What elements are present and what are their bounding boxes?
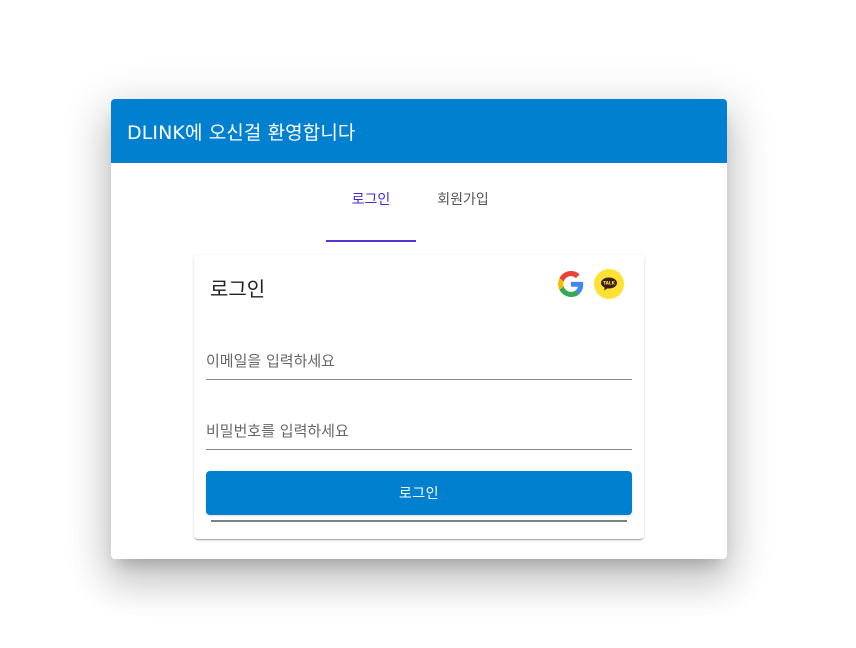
google-login-button[interactable] — [558, 271, 584, 297]
divider — [211, 520, 627, 522]
tab-signup[interactable]: 회원가입 — [418, 163, 508, 243]
dialog-header: DLINK에 오신걸 환영합니다 — [111, 99, 727, 163]
dialog-title: DLINK에 오신걸 환영합니다 — [127, 121, 356, 144]
email-field-container — [206, 343, 632, 380]
login-submit-button[interactable]: 로그인 — [206, 471, 632, 515]
welcome-dialog: DLINK에 오신걸 환영합니다 로그인 회원가입 로그인 TALK 이메일을 … — [111, 99, 727, 559]
tab-login[interactable]: 로그인 — [326, 163, 416, 243]
google-icon — [558, 271, 584, 297]
login-card: 로그인 TALK 로그인 — [194, 255, 644, 539]
password-field-container — [206, 413, 632, 450]
email-input[interactable] — [206, 347, 632, 375]
active-tab-indicator — [326, 240, 416, 242]
kakao-icon-label: TALK — [603, 281, 615, 286]
login-card-title: 로그인 — [210, 277, 266, 301]
password-input[interactable] — [206, 417, 632, 445]
kakao-icon: TALK — [601, 277, 617, 291]
kakao-login-button[interactable]: TALK — [594, 269, 624, 299]
auth-tabs: 로그인 회원가입 — [111, 163, 727, 243]
